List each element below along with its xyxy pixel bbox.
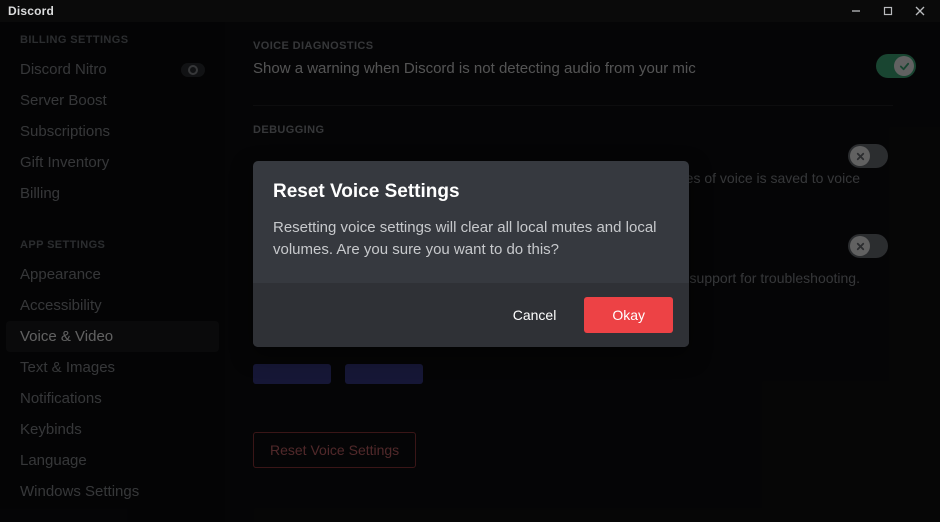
brand-label: Discord	[8, 4, 54, 18]
cancel-button[interactable]: Cancel	[499, 297, 571, 333]
minimize-button[interactable]	[842, 1, 870, 21]
modal-text: Resetting voice settings will clear all …	[273, 217, 669, 261]
okay-button[interactable]: Okay	[584, 297, 673, 333]
reset-voice-modal: Reset Voice Settings Resetting voice set…	[253, 161, 689, 347]
titlebar: Discord	[0, 0, 940, 22]
window-controls	[842, 1, 934, 21]
modal-title: Reset Voice Settings	[273, 181, 669, 203]
maximize-button[interactable]	[874, 1, 902, 21]
close-button[interactable]	[906, 1, 934, 21]
